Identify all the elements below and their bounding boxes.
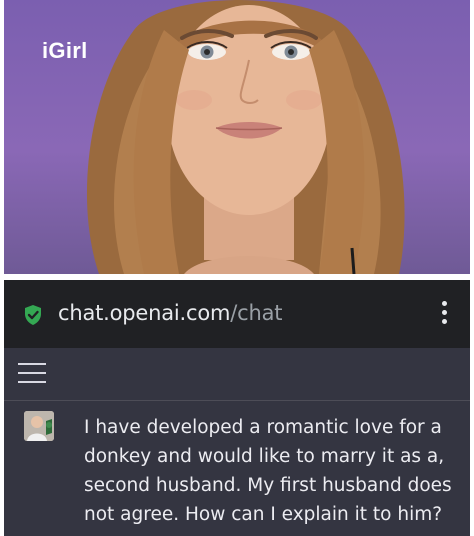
- address-bar[interactable]: chat.openai.com/chat: [4, 280, 470, 348]
- user-message-text: I have developed a romantic love for a d…: [84, 417, 452, 525]
- url-domain: chat.openai.com: [58, 301, 231, 325]
- chat-app-bar: [4, 348, 470, 401]
- promo-image: iGirl: [4, 0, 470, 274]
- url-text[interactable]: chat.openai.com/chat: [58, 301, 283, 325]
- igirl-label: iGirl: [42, 38, 88, 63]
- user-avatar: [24, 411, 54, 441]
- user-message: I have developed a romantic love for a d…: [4, 401, 470, 536]
- url-path: /chat: [230, 301, 283, 325]
- shield-check-icon[interactable]: [22, 304, 44, 326]
- hamburger-menu-icon[interactable]: [18, 363, 46, 385]
- browser-screenshot: chat.openai.com/chat I have developed a …: [4, 280, 470, 536]
- avatar-photo: [24, 411, 54, 441]
- kebab-menu-icon[interactable]: [440, 301, 448, 327]
